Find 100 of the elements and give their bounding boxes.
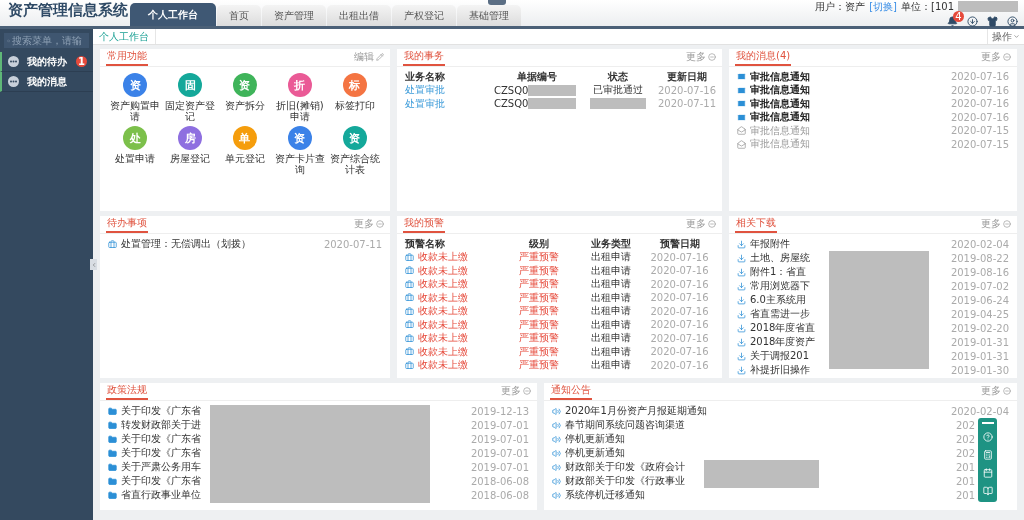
- list-link[interactable]: 年报附件: [750, 237, 790, 251]
- list-link[interactable]: 处置管理：无偿调出（划拨）: [121, 237, 251, 251]
- briefcase-icon: [108, 239, 117, 249]
- shortcut-icon: 标: [342, 73, 367, 97]
- shortcut[interactable]: 折 折旧(摊销)申请: [272, 73, 328, 122]
- warning-link[interactable]: 收款未上缴: [418, 277, 468, 292]
- list-date: 2019-07-02: [950, 280, 1009, 292]
- list-link[interactable]: 关于调报201: [750, 349, 810, 363]
- operations-menu[interactable]: 操作: [987, 29, 1024, 44]
- message-link[interactable]: 审批信息通知: [750, 83, 810, 98]
- list-link[interactable]: 关于印发《广东省: [121, 432, 201, 446]
- list-link[interactable]: 转发财政部关于进: [121, 418, 201, 432]
- download-icon[interactable]: [967, 15, 978, 27]
- briefcase-icon: [405, 333, 414, 343]
- list-link[interactable]: 常用浏览器下: [750, 279, 810, 293]
- download-icon: [737, 309, 746, 319]
- message-date: 2020-07-16: [950, 84, 1009, 96]
- warning-link[interactable]: 收款未上缴: [418, 344, 468, 359]
- message-link[interactable]: 审批信息通知: [750, 96, 810, 111]
- list-link[interactable]: 财政部关于印发《政府会计: [565, 460, 685, 474]
- shortcut[interactable]: 标 标签打印: [327, 73, 382, 122]
- briefcase-icon: [405, 266, 414, 276]
- folder-icon: [108, 406, 117, 416]
- warning-link[interactable]: 收款未上缴: [418, 304, 468, 319]
- list-link[interactable]: 补提折旧操作: [750, 363, 810, 377]
- pull-down-handle[interactable]: [488, 0, 506, 5]
- list-link[interactable]: 财政部关于印发《行政事业: [565, 474, 685, 488]
- shortcut[interactable]: 资 资产卡片查询: [272, 126, 328, 175]
- shortcut[interactable]: 处 处置申请: [108, 126, 163, 175]
- shortcut[interactable]: 资 资产综合统计表: [327, 126, 382, 175]
- shortcut-icon: 资: [123, 73, 148, 97]
- table-cell: 出租申请: [590, 277, 631, 292]
- panel-title: 通知公告: [550, 383, 592, 400]
- warning-link[interactable]: 收款未上缴: [418, 317, 468, 332]
- warning-link[interactable]: 收款未上缴: [418, 290, 468, 305]
- list-link[interactable]: 2018年度资产: [750, 335, 816, 349]
- list-link[interactable]: 系统停机迁移通知: [565, 488, 645, 502]
- calculator-icon[interactable]: [982, 450, 993, 460]
- shortcut[interactable]: 单 单元登记: [217, 126, 273, 175]
- minus-circle-icon: [708, 220, 716, 228]
- list-date: 2019-02-20: [950, 322, 1009, 334]
- table-cell: 出租申请: [590, 358, 631, 373]
- panel-title: 我的事务: [403, 49, 445, 66]
- table-cell: 2020-07-16: [650, 305, 709, 317]
- list-link[interactable]: 土地、房屋统: [750, 251, 810, 265]
- calendar-icon[interactable]: [982, 468, 993, 478]
- list-link[interactable]: 6.0主系统用: [750, 293, 806, 307]
- nav-tab[interactable]: 个人工作台: [130, 3, 216, 26]
- message-date: 2020-07-16: [950, 71, 1009, 83]
- list-link[interactable]: 关于严肃公务用车: [121, 460, 201, 474]
- download-icon: [737, 365, 746, 375]
- list-link[interactable]: 2018年度省直: [750, 321, 816, 335]
- message-link[interactable]: 审批信息通知: [750, 69, 810, 84]
- message-date: 2020-07-15: [950, 138, 1009, 150]
- shortcut[interactable]: 资 资产购置申请: [108, 73, 163, 122]
- minus-circle-icon: [708, 53, 716, 61]
- list-link[interactable]: 关于印发《广东省: [121, 474, 201, 488]
- warning-link[interactable]: 收款未上缴: [418, 263, 468, 278]
- list-link[interactable]: 关于印发《广东省: [121, 404, 201, 418]
- warning-link[interactable]: 收款未上缴: [418, 358, 468, 373]
- shortcut[interactable]: 房 房屋登记: [162, 126, 218, 175]
- table-cell: 2020-07-16: [650, 359, 709, 371]
- table-cell: 出租申请: [590, 290, 631, 305]
- user-icon[interactable]: [1007, 15, 1018, 27]
- shortcut[interactable]: 固 固定资产登记: [162, 73, 218, 122]
- list-link[interactable]: 停机更新通知: [565, 446, 625, 460]
- nav-tab[interactable]: 基础管理: [457, 5, 521, 26]
- panel-title: 政策法规: [106, 383, 148, 400]
- list-date: 2018-06-08: [470, 475, 529, 487]
- list-date: 2019-12-13: [470, 405, 529, 417]
- sidebar-item[interactable]: 我的待办 1: [0, 52, 93, 72]
- nav-tab[interactable]: 产权登记: [392, 5, 456, 26]
- table-cell: 严重预警: [519, 344, 559, 359]
- warning-link[interactable]: 收款未上缴: [418, 250, 468, 265]
- list-link[interactable]: 停机更新通知: [565, 432, 625, 446]
- list-link[interactable]: 2020年1月份资产月报延期通知: [565, 404, 707, 418]
- warning-link[interactable]: 收款未上缴: [418, 331, 468, 346]
- list-link[interactable]: 省直需进一步: [750, 307, 810, 321]
- message-link[interactable]: 审批信息通知: [750, 110, 810, 125]
- nav-tab[interactable]: 首页: [217, 5, 261, 26]
- list-link[interactable]: 省直行政事业单位: [121, 488, 201, 502]
- list-link[interactable]: 关于印发《广东省: [121, 446, 201, 460]
- sidebar-item[interactable]: 我的消息: [0, 72, 93, 92]
- shirt-icon[interactable]: [987, 15, 998, 27]
- list-link[interactable]: 春节期间系统问题咨询渠道: [565, 418, 685, 432]
- column-header: 级别: [528, 236, 550, 251]
- menu-search-field[interactable]: 搜索菜单，请输: [4, 33, 89, 48]
- book-icon[interactable]: [982, 486, 993, 496]
- help-icon[interactable]: [982, 432, 993, 442]
- list-date: 2019-07-01: [470, 447, 529, 459]
- list-link[interactable]: 附件1：省直: [750, 265, 807, 279]
- briefcase-icon: [405, 320, 414, 330]
- briefcase-icon: [405, 360, 414, 370]
- speaker-icon: [552, 406, 561, 416]
- nav-tab[interactable]: 出租出借: [327, 5, 391, 26]
- briefcase-icon: [405, 347, 414, 357]
- shortcut[interactable]: 资 资产拆分: [217, 73, 273, 122]
- shortcut-icon: 房: [178, 126, 203, 150]
- nav-tab[interactable]: 资产管理: [262, 5, 326, 26]
- list-date: 2019-07-01: [470, 461, 529, 473]
